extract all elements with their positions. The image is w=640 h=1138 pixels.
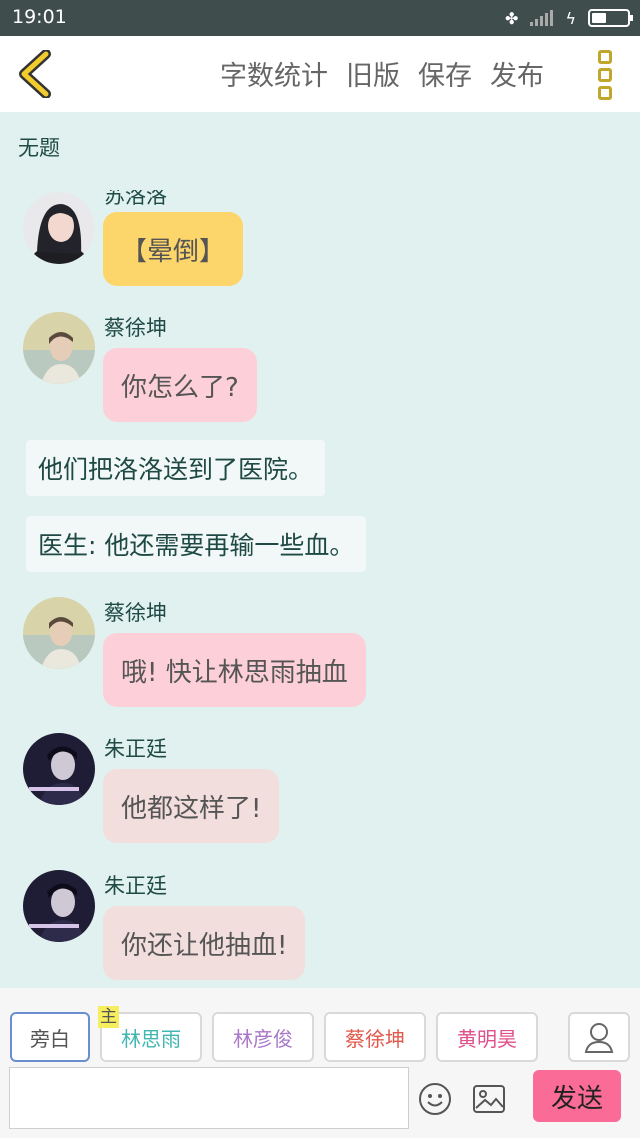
save-button[interactable]: 保存 — [418, 54, 472, 93]
character-manage-button[interactable] — [568, 1012, 630, 1062]
avatar[interactable] — [23, 733, 95, 805]
character-chip[interactable]: 林彦俊 — [212, 1012, 314, 1062]
avatar[interactable] — [23, 597, 95, 669]
character-chip-narrator[interactable]: 旁白 — [10, 1012, 90, 1062]
battery-icon — [588, 9, 633, 27]
speaker-name: 蔡徐坤 — [104, 601, 167, 625]
character-chip-label: 林思雨 — [121, 1026, 181, 1051]
publish-button[interactable]: 发布 — [490, 54, 544, 93]
send-button[interactable]: 发送 — [533, 1070, 621, 1122]
more-menu-icon[interactable] — [598, 50, 614, 100]
status-time: 19:01 — [12, 6, 67, 28]
character-selector: 旁白 主 林思雨 林彦俊 蔡徐坤 黄明昊 — [10, 1006, 538, 1062]
top-app-bar: 字数统计 旧版 保存 发布 — [0, 36, 640, 112]
status-icons: ✤ ϟ — [505, 6, 633, 30]
story-title: 无题 — [18, 136, 60, 160]
signal-icon — [530, 10, 554, 26]
message-bubble[interactable]: 你还让他抽血! — [103, 906, 306, 980]
emoji-icon[interactable] — [418, 1082, 452, 1116]
clover-icon: ✤ — [505, 8, 519, 28]
narration-text[interactable]: 他们把洛洛送到了医院。 — [26, 440, 326, 496]
composer-bar: 旁白 主 林思雨 林彦俊 蔡徐坤 黄明昊 发送 — [0, 988, 640, 1138]
message-bubble[interactable]: 他都这样了! — [103, 769, 280, 843]
character-chip-label: 林彦俊 — [233, 1026, 293, 1051]
back-icon[interactable] — [16, 49, 56, 99]
speaker-name: 苏洛洛 — [104, 190, 167, 208]
message-input[interactable] — [9, 1067, 409, 1129]
speaker-name: 朱正廷 — [104, 874, 167, 898]
message-bubble[interactable]: 你怎么了? — [103, 348, 257, 422]
character-chip-label: 旁白 — [30, 1026, 70, 1051]
chat-area[interactable]: 苏洛洛 【晕倒】 蔡徐坤 你怎么了? 他们把洛洛送到了医院。 医生: 他还需要再… — [0, 190, 640, 988]
avatar[interactable] — [23, 192, 95, 264]
avatar[interactable] — [23, 312, 95, 384]
status-bar: 19:01 ✤ ϟ — [0, 0, 640, 36]
character-chip-label: 蔡徐坤 — [345, 1026, 405, 1051]
header-actions: 字数统计 旧版 保存 发布 — [220, 54, 544, 93]
word-count-button[interactable]: 字数统计 — [220, 54, 328, 93]
character-chip[interactable]: 主 林思雨 — [98, 1006, 202, 1062]
character-chip[interactable]: 黄明昊 — [436, 1012, 538, 1062]
host-tag: 主 — [98, 1006, 119, 1028]
avatar[interactable] — [23, 870, 95, 942]
message-bubble[interactable]: 【晕倒】 — [103, 212, 244, 286]
charging-icon: ϟ — [565, 8, 576, 28]
speaker-name: 蔡徐坤 — [104, 316, 167, 340]
character-chip-label: 黄明昊 — [457, 1026, 517, 1051]
narration-text[interactable]: 医生: 他还需要再输一些血。 — [26, 516, 367, 572]
message-bubble[interactable]: 哦! 快让林思雨抽血 — [103, 633, 366, 707]
old-version-button[interactable]: 旧版 — [346, 54, 400, 93]
speaker-name: 朱正廷 — [104, 737, 167, 761]
person-icon — [584, 1023, 614, 1053]
image-icon[interactable] — [472, 1084, 506, 1114]
character-chip[interactable]: 蔡徐坤 — [324, 1012, 426, 1062]
